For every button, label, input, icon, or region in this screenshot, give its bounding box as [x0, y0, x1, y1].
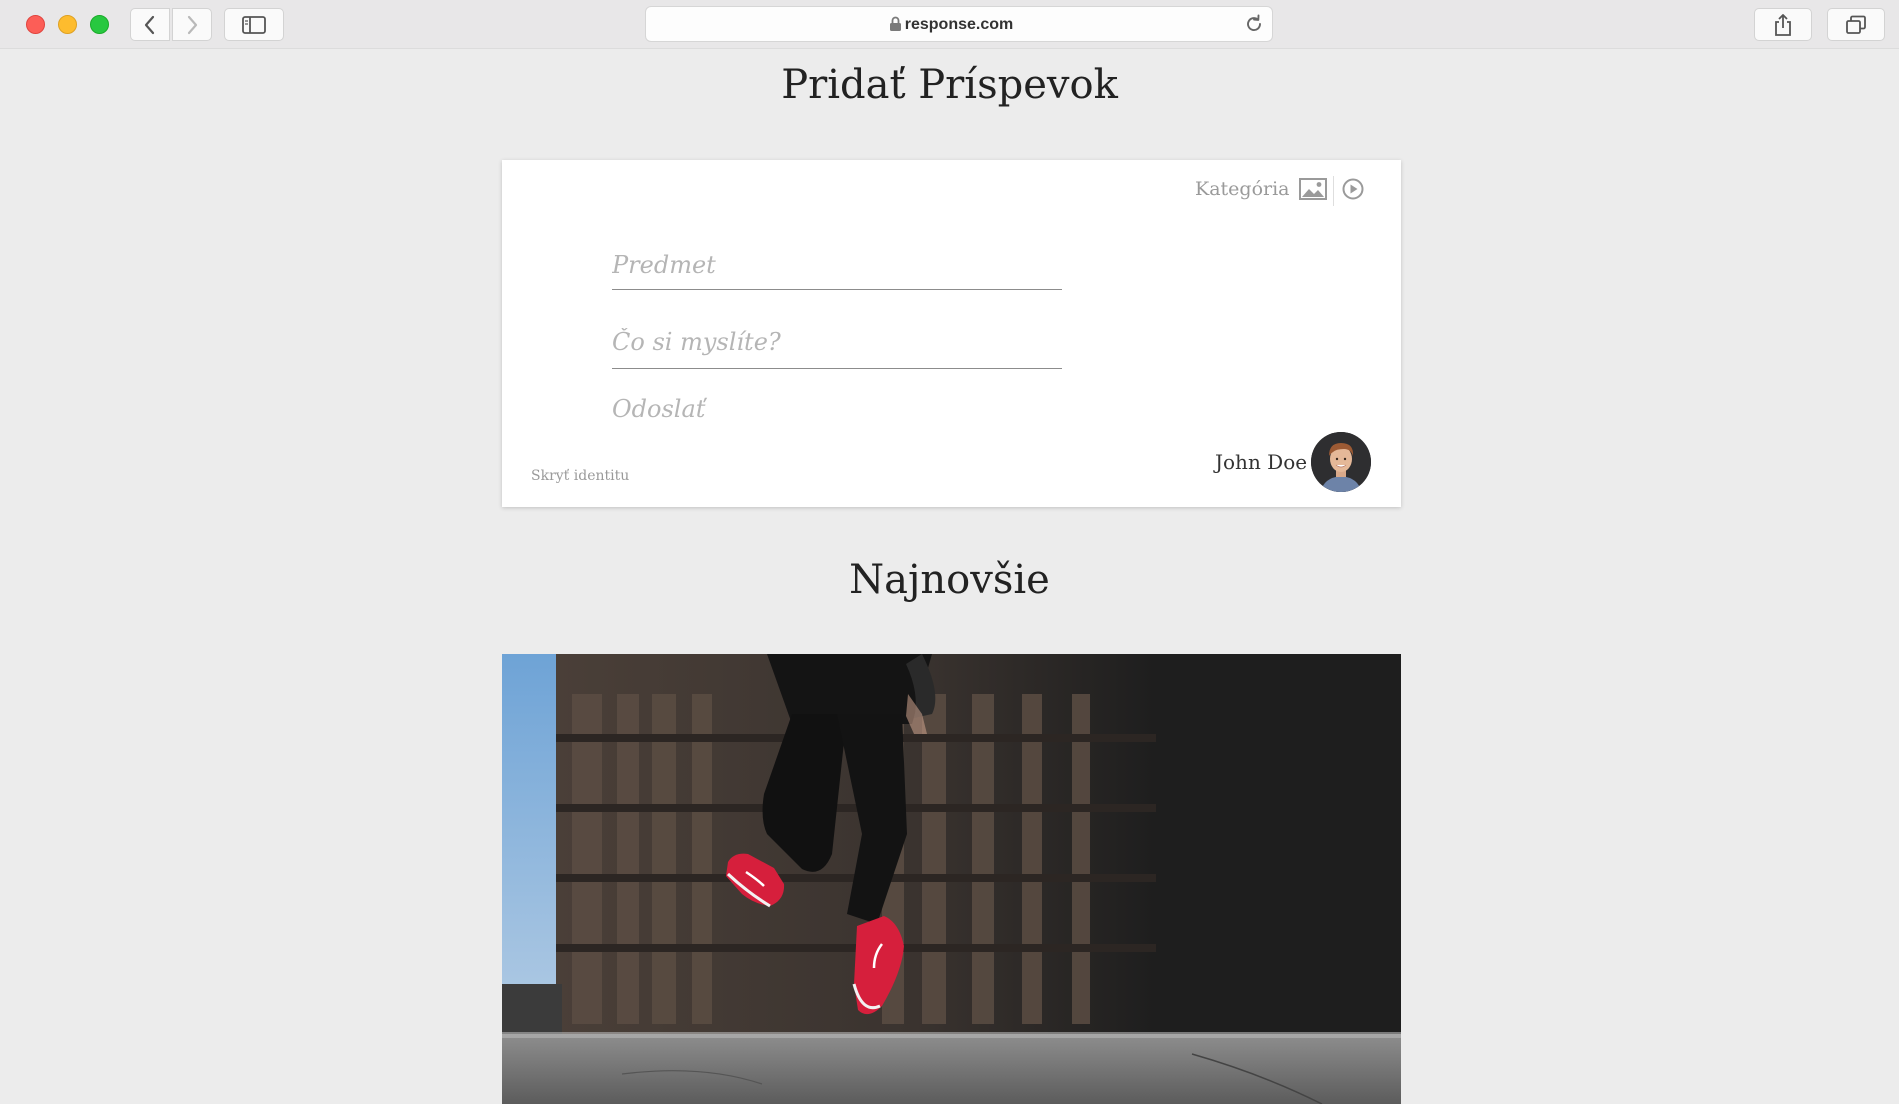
share-icon [1775, 13, 1791, 36]
hide-identity-link[interactable]: Skryť identitu [531, 468, 629, 484]
avatar[interactable] [1311, 432, 1371, 492]
subject-input[interactable] [612, 240, 1062, 290]
user-name: John Doe [1215, 450, 1308, 474]
browser-toolbar: response.com [0, 0, 1899, 49]
avatar-image [1311, 432, 1371, 492]
sidebar-icon [242, 15, 266, 34]
chevron-right-icon [187, 15, 198, 34]
chevron-left-icon [144, 15, 155, 34]
image-icon[interactable] [1299, 178, 1327, 200]
forward-button[interactable] [172, 8, 212, 41]
reload-icon[interactable] [1244, 14, 1264, 34]
post-composer-card: Kategória Odoslať Skryť identitu John Do… [502, 160, 1401, 507]
play-icon[interactable] [1342, 178, 1364, 200]
tabs-overview-button[interactable] [1827, 8, 1885, 41]
submit-button[interactable]: Odoslať [612, 395, 705, 423]
post-image[interactable] [502, 654, 1401, 1104]
maximize-window-button[interactable] [90, 15, 109, 34]
address-bar[interactable]: response.com [645, 6, 1273, 42]
tabs-icon [1846, 15, 1866, 34]
section-title: Najnovšie [849, 557, 1050, 603]
close-window-button[interactable] [26, 15, 45, 34]
category-selector[interactable]: Kategória [1195, 178, 1290, 200]
share-button[interactable] [1754, 8, 1812, 41]
sidebar-toggle-button[interactable] [224, 8, 284, 41]
running-sneakers-photo [502, 654, 1401, 1104]
url-text: response.com [904, 16, 1014, 33]
page-title: Pridať Príspevok [781, 62, 1118, 108]
thought-input[interactable] [612, 315, 1062, 369]
icon-divider [1333, 176, 1334, 206]
back-button[interactable] [130, 8, 170, 41]
minimize-window-button[interactable] [58, 15, 77, 34]
